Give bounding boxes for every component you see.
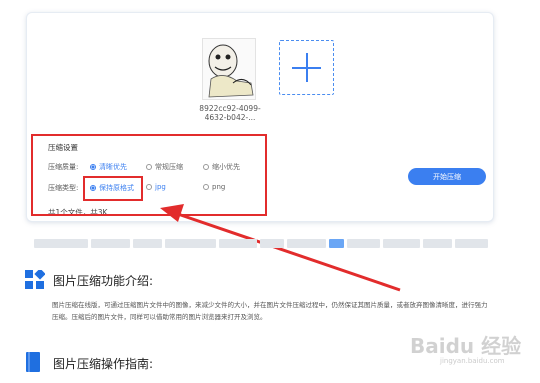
intro-text: 图片压缩在线版，可通过压缩图片文件中的图像，来减少文件的大小，并在图片文件压缩过… (52, 301, 488, 321)
guide-title: 图片压缩操作指南: (53, 357, 154, 371)
watermark-url: jingyan.baidu.com (440, 357, 505, 365)
intro-title: 图片压缩功能介绍: (53, 274, 154, 288)
book-icon (26, 352, 40, 372)
grid-icon (25, 270, 45, 289)
watermark-logo: Baidu 经验 (410, 334, 522, 358)
blurred-text-row (34, 239, 488, 248)
annotation-arrow (160, 204, 401, 292)
